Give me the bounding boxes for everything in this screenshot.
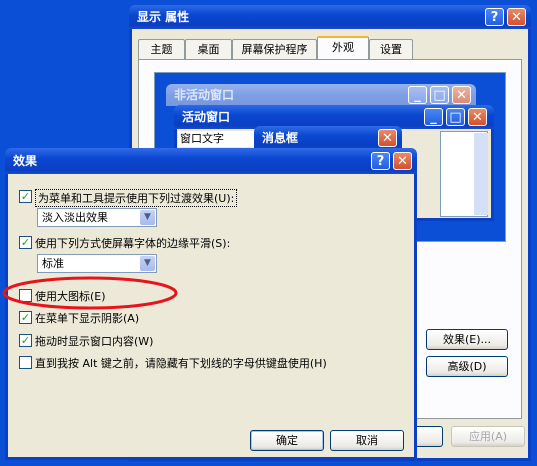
transition-effect-label[interactable]: 为菜单和工具提示使用下列过渡效果(U): xyxy=(35,189,238,207)
advanced-button[interactable]: 高级(D) xyxy=(426,356,508,377)
tab-settings[interactable]: 设置 xyxy=(369,39,413,59)
preview-scrollbar xyxy=(474,133,488,215)
chevron-down-icon[interactable]: ▼ xyxy=(140,210,155,225)
effects-titlebar: 效果 xyxy=(5,148,417,174)
tab-themes[interactable]: 主题 xyxy=(138,39,185,59)
smoothing-method-select[interactable]: 标准 ▼ xyxy=(37,254,157,273)
effects-title: 效果 xyxy=(13,154,38,168)
maximize-icon: □ xyxy=(446,108,465,126)
font-smoothing-label[interactable]: 使用下列方式使屏幕字体的边缘平滑(S): xyxy=(35,235,230,251)
maximize-icon: □ xyxy=(430,86,449,104)
cancel-button[interactable]: 取消 xyxy=(330,430,404,451)
chevron-down-icon[interactable]: ▼ xyxy=(140,256,155,271)
transition-effect-checkbox[interactable]: ✓ xyxy=(19,190,32,203)
close-icon[interactable]: ✕ xyxy=(507,8,526,26)
tab-desktop[interactable]: 桌面 xyxy=(185,39,232,59)
hide-underline-label[interactable]: 直到我按 Alt 键之前，请隐藏有下划线的字母供键盘使用(H) xyxy=(35,355,327,371)
transition-effect-select[interactable]: 淡入淡出效果 ▼ xyxy=(37,208,157,227)
drag-contents-checkbox[interactable]: ✓ xyxy=(19,334,32,347)
preview-inactive-title: 非活动窗口 xyxy=(174,88,235,102)
highlight-ellipse xyxy=(2,276,178,310)
hide-underline-checkbox[interactable] xyxy=(19,356,32,369)
display-properties-titlebar: 显示 属性 xyxy=(129,5,531,29)
close-icon: ✕ xyxy=(452,86,471,104)
display-properties-title: 显示 属性 xyxy=(137,10,190,24)
minimize-icon: _ xyxy=(408,86,427,104)
apply-button[interactable]: 应用(A) xyxy=(451,426,525,447)
tab-appearance[interactable]: 外观 xyxy=(317,36,369,60)
minimize-icon: _ xyxy=(424,108,443,126)
close-icon: ✕ xyxy=(468,108,487,126)
effects-button[interactable]: 效果(E)... xyxy=(426,329,508,350)
preview-active-title: 活动窗口 xyxy=(182,110,231,124)
preview-window-text: 窗口文字 xyxy=(178,131,258,147)
ok-button[interactable]: 确定 xyxy=(250,430,324,451)
tab-screensaver[interactable]: 屏幕保护程序 xyxy=(232,39,317,59)
preview-message-box-title: 消息框 xyxy=(262,131,299,145)
close-icon[interactable]: ✕ xyxy=(393,152,412,170)
help-icon[interactable]: ? xyxy=(485,8,504,26)
font-smoothing-checkbox[interactable]: ✓ xyxy=(19,236,32,249)
close-icon: ✕ xyxy=(378,129,397,147)
preview-message-box: 消息框 ✕ xyxy=(254,126,402,150)
drag-contents-label[interactable]: 拖动时显示窗口内容(W) xyxy=(35,333,153,349)
help-icon[interactable]: ? xyxy=(371,152,390,170)
